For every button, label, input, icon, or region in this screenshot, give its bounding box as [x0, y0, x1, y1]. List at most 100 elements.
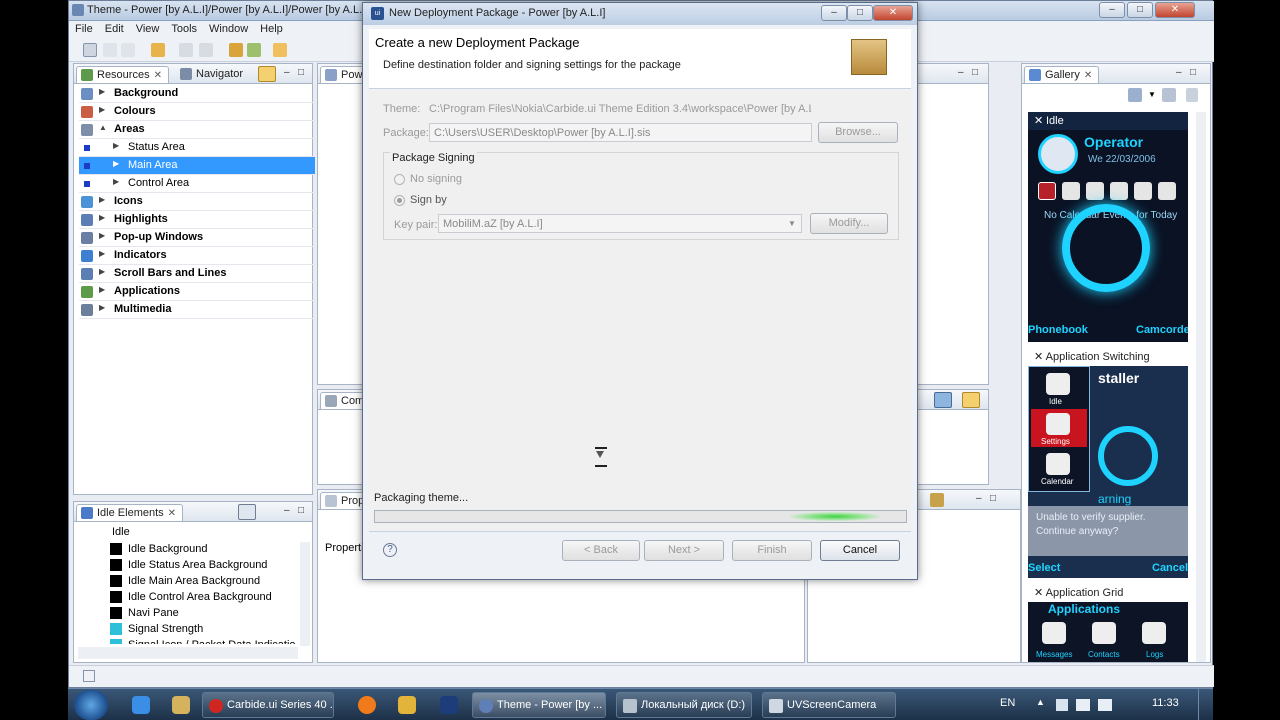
- photoshop-icon[interactable]: [440, 696, 458, 714]
- layout-icon[interactable]: [1128, 88, 1142, 102]
- tab-resources[interactable]: Resources ✕: [76, 66, 169, 83]
- close-icon[interactable]: ✕: [168, 508, 176, 519]
- dialog-close-button[interactable]: ✕: [873, 5, 913, 21]
- settings-icon[interactable]: [1162, 88, 1176, 102]
- resource-item[interactable]: ▶ Colours: [79, 103, 315, 121]
- resource-item[interactable]: ▶ Pop-up Windows: [79, 229, 315, 247]
- save-all-icon[interactable]: [121, 43, 135, 57]
- volume-icon[interactable]: [1098, 699, 1112, 711]
- start-button[interactable]: [74, 690, 108, 720]
- network-icon[interactable]: [1076, 699, 1090, 711]
- task-uvscreencamera[interactable]: UVScreenCamera: [762, 692, 896, 718]
- expand-icon[interactable]: ▶: [99, 87, 105, 96]
- tree-view-icon[interactable]: [260, 505, 274, 519]
- sync-icon[interactable]: [962, 392, 980, 408]
- expand-icon[interactable]: ▶: [99, 303, 105, 312]
- phone-icon[interactable]: [1086, 182, 1104, 200]
- contacts-icon[interactable]: [1092, 622, 1116, 644]
- clock[interactable]: 11:33: [1152, 697, 1179, 709]
- expand-icon[interactable]: ▶: [113, 177, 119, 186]
- menu-file[interactable]: File: [69, 21, 99, 37]
- open-folder-icon[interactable]: [151, 43, 165, 57]
- close-button[interactable]: ✕: [1155, 2, 1195, 18]
- fast-view-icon[interactable]: [83, 670, 95, 682]
- next-button[interactable]: Next >: [644, 540, 724, 561]
- save-icon[interactable]: [103, 43, 117, 57]
- resource-item[interactable]: ▶ Status Area: [79, 139, 315, 157]
- app-switching-preview[interactable]: staller Idle Settings Calendar arning Un…: [1028, 366, 1188, 578]
- maximize-view-icon[interactable]: □: [298, 67, 304, 78]
- logs-icon[interactable]: [1142, 622, 1166, 644]
- close-icon[interactable]: ✕: [1034, 114, 1043, 127]
- language-indicator[interactable]: EN: [1000, 697, 1015, 709]
- menu-window[interactable]: Window: [203, 21, 254, 37]
- maximize-view-icon[interactable]: □: [972, 67, 978, 78]
- calendar-app-icon[interactable]: [1046, 453, 1070, 475]
- expand-icon[interactable]: ▶: [99, 285, 105, 294]
- cancel-button[interactable]: Cancel: [820, 540, 900, 561]
- menu-view[interactable]: View: [130, 21, 166, 37]
- idle-root[interactable]: Idle: [112, 526, 130, 538]
- horizontal-scrollbar[interactable]: [78, 647, 298, 659]
- dropdown-icon[interactable]: ▼: [1148, 90, 1156, 99]
- menu-edit[interactable]: Edit: [99, 21, 130, 37]
- resource-item[interactable]: ▶ Indicators: [79, 247, 315, 265]
- tab-idle-elements[interactable]: Idle Elements ✕: [76, 504, 184, 521]
- expand-icon[interactable]: ▶: [99, 231, 105, 240]
- ie-icon[interactable]: [132, 696, 150, 714]
- vertical-scrollbar[interactable]: [300, 542, 310, 646]
- menu-help[interactable]: Help: [254, 21, 289, 37]
- redo-icon[interactable]: [199, 43, 213, 57]
- minimize-view-icon[interactable]: –: [958, 67, 964, 78]
- messages-icon[interactable]: [1042, 622, 1066, 644]
- expand-icon[interactable]: ▶: [113, 159, 119, 168]
- idle-preview[interactable]: ✕ Idle Operator We 22/03/2006 No Calenda…: [1028, 112, 1188, 342]
- dialog-minimize-button[interactable]: –: [821, 5, 847, 21]
- wand-icon[interactable]: [273, 43, 287, 57]
- maximize-view-icon[interactable]: □: [298, 505, 304, 516]
- shortcut-icon[interactable]: [1038, 182, 1056, 200]
- expand-icon[interactable]: ▶: [99, 213, 105, 222]
- finish-button[interactable]: Finish: [732, 540, 812, 561]
- export-icon[interactable]: [247, 43, 261, 57]
- resource-item[interactable]: ▶ Applications: [79, 283, 315, 301]
- idle-app-icon[interactable]: [1046, 373, 1070, 395]
- resource-item[interactable]: ▲ Areas: [79, 121, 315, 139]
- maximize-button[interactable]: □: [1127, 2, 1153, 18]
- back-button[interactable]: < Back: [562, 540, 640, 561]
- resource-item[interactable]: ▶ Background: [79, 85, 315, 103]
- tab-navigator[interactable]: Navigator: [176, 66, 249, 83]
- list-view-icon[interactable]: [238, 504, 256, 520]
- chevron-down-icon[interactable]: ▼: [788, 219, 796, 228]
- expand-icon[interactable]: ▶: [99, 105, 105, 114]
- minimize-view-icon[interactable]: –: [976, 493, 982, 504]
- expand-icon[interactable]: ▶: [99, 267, 105, 276]
- help-icon[interactable]: ?: [383, 543, 397, 557]
- maximize-view-icon[interactable]: □: [1190, 67, 1196, 78]
- browse-button[interactable]: Browse...: [818, 122, 898, 143]
- quick-launch-icon[interactable]: [172, 696, 190, 714]
- new-icon[interactable]: [83, 43, 97, 57]
- tray-app-icon[interactable]: [1056, 699, 1068, 711]
- resource-item[interactable]: ▶ Control Area: [79, 175, 315, 193]
- camera-icon[interactable]: [1158, 182, 1176, 200]
- mail-icon[interactable]: [1134, 182, 1152, 200]
- dialog-maximize-button[interactable]: □: [847, 5, 873, 21]
- show-desktop-button[interactable]: [1198, 689, 1212, 720]
- gallery-scrollbar[interactable]: [1196, 112, 1206, 662]
- firefox-icon[interactable]: [358, 696, 376, 714]
- task-local-disk[interactable]: Локальный диск (D:): [616, 692, 752, 718]
- close-icon[interactable]: ✕: [154, 70, 162, 81]
- sync-icon[interactable]: [258, 66, 276, 82]
- folder-icon[interactable]: [398, 696, 416, 714]
- resource-item[interactable]: ▶ Highlights: [79, 211, 315, 229]
- minimize-view-icon[interactable]: –: [284, 505, 290, 516]
- no-signing-radio[interactable]: [394, 174, 405, 185]
- menu-tools[interactable]: Tools: [165, 21, 203, 37]
- web-icon[interactable]: [1110, 182, 1128, 200]
- messages-icon[interactable]: [1062, 182, 1080, 200]
- expand-icon[interactable]: ▶: [99, 195, 105, 204]
- minimize-button[interactable]: –: [1099, 2, 1125, 18]
- expand-icon[interactable]: ▶: [113, 141, 119, 150]
- tab-gallery[interactable]: Gallery ✕: [1024, 66, 1100, 83]
